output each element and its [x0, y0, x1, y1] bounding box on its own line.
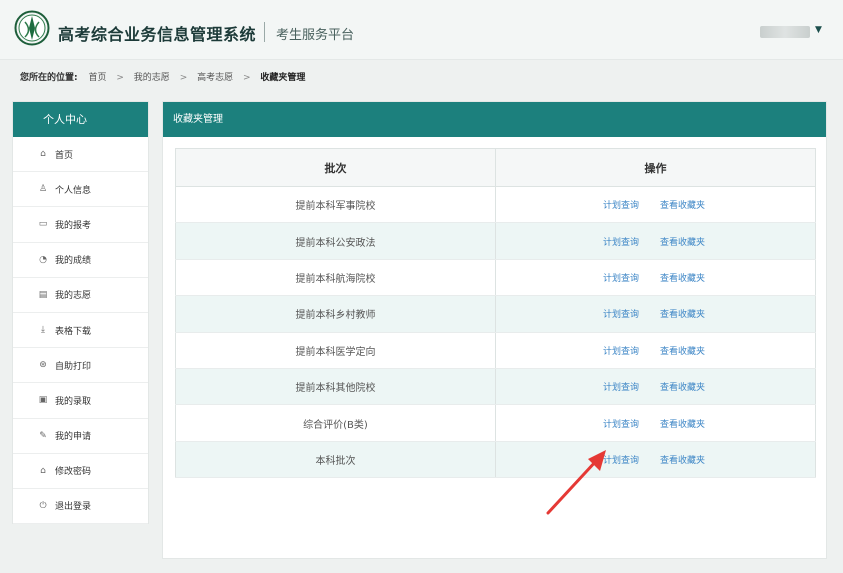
plan-query-link[interactable]: 计划查询 — [603, 344, 639, 357]
batch-cell: 提前本科其他院校 — [175, 368, 496, 406]
view-favorites-link[interactable]: 查看收藏夹 — [660, 417, 705, 430]
title-divider — [264, 22, 265, 42]
sidebar: 个人中心 ⌂ 首页 ♙ 个人信息 ▭ 我的报考 ◔ 我的成绩 ▤ 我的志愿 ⤓ 表格下载 ⊛ 自助打印 ▣ 我… — [12, 101, 149, 525]
calendar-icon: ▣ — [38, 395, 48, 406]
batch-cell: 提前本科公安政法 — [175, 222, 496, 260]
print-icon: ⊛ — [39, 360, 47, 371]
sidebar-item-label: 自助打印 — [55, 361, 92, 372]
batch-cell: 提前本科军事院校 — [175, 186, 496, 224]
view-favorites-link[interactable]: 查看收藏夹 — [660, 271, 705, 284]
table-row: 提前本科乡村教师 计划查询 查看收藏夹 — [175, 295, 816, 333]
operations-cell: 计划查询 查看收藏夹 — [495, 332, 816, 369]
logout-icon: ⏻ — [39, 500, 47, 511]
table-row: 提前本科公安政法 计划查询 查看收藏夹 — [175, 222, 816, 260]
plan-query-link[interactable]: 计划查询 — [603, 198, 639, 211]
sidebar-item-label: 我的志愿 — [55, 291, 92, 302]
operations-cell: 计划查询 查看收藏夹 — [495, 404, 816, 442]
sidebar-item[interactable]: ⤓ 表格下载 — [13, 313, 148, 349]
sidebar-item[interactable]: ♙ 个人信息 — [13, 172, 148, 208]
table-row: 提前本科其他院校 计划查询 查看收藏夹 — [175, 368, 816, 406]
sidebar-item-label: 首页 — [55, 150, 74, 161]
plan-query-link[interactable]: 计划查询 — [603, 307, 639, 320]
sidebar-item-label: 我的成绩 — [55, 256, 92, 267]
sidebar-item-label: 修改密码 — [55, 467, 92, 478]
batch-cell: 提前本科航海院校 — [175, 259, 496, 297]
table-header-row: 批次 操作 — [175, 148, 816, 187]
table-row: 提前本科航海院校 计划查询 查看收藏夹 — [175, 259, 816, 297]
operations-cell: 计划查询 查看收藏夹 — [495, 259, 816, 297]
operations-cell: 计划查询 查看收藏夹 — [495, 295, 816, 333]
plan-query-link[interactable]: 计划查询 — [603, 417, 639, 430]
table-row: 综合评价(B类) 计划查询 查看收藏夹 — [175, 404, 816, 442]
lock-icon: ⌂ — [40, 465, 46, 476]
batch-cell: 提前本科乡村教师 — [175, 295, 496, 333]
platform-subtitle: 考生服务平台 — [276, 28, 355, 43]
home-icon: ⌂ — [40, 149, 46, 160]
chart-icon: ◔ — [39, 254, 47, 265]
sidebar-item[interactable]: ⊛ 自助打印 — [13, 348, 148, 384]
breadcrumb-gaokao-volunteer[interactable]: 高考志愿 — [197, 73, 233, 83]
sidebar-item-label: 个人信息 — [55, 185, 92, 196]
table-body: 提前本科军事院校 计划查询 查看收藏夹 提前本科公安政法 计划查询 查看收藏夹 提前本科航海… — [175, 186, 816, 479]
batch-table: 批次 操作 提前本科军事院校 计划查询 查看收藏夹 提前本科公安政法 计划查询 查看收藏夹… — [175, 148, 816, 479]
operations-cell: 计划查询 查看收藏夹 — [495, 441, 816, 479]
view-favorites-link[interactable]: 查看收藏夹 — [660, 453, 705, 466]
sidebar-item[interactable]: ▣ 我的录取 — [13, 383, 148, 419]
batch-cell: 综合评价(B类) — [175, 404, 496, 442]
breadcrumb-separator: > — [179, 73, 188, 83]
breadcrumb: 您所在的位置: 首页 > 我的志愿 > 高考志愿 > 收藏夹管理 — [20, 70, 305, 83]
sidebar-item[interactable]: ◔ 我的成绩 — [13, 243, 148, 278]
column-header-batch: 批次 — [175, 148, 496, 187]
sidebar-item[interactable]: ▤ 我的志愿 — [13, 278, 148, 313]
sidebar-item[interactable]: ▭ 我的报考 — [13, 207, 148, 243]
operations-cell: 计划查询 查看收藏夹 — [495, 222, 816, 260]
user-menu-caret-icon[interactable]: ▼ — [815, 25, 822, 35]
document-icon: ▤ — [38, 289, 48, 300]
system-title: 高考综合业务信息管理系统 — [58, 25, 257, 44]
batch-cell: 提前本科医学定向 — [175, 332, 496, 369]
logo-icon — [14, 10, 50, 46]
plan-query-link[interactable]: 计划查询 — [603, 271, 639, 284]
breadcrumb-lead: 您所在的位置: — [20, 73, 78, 83]
operations-cell: 计划查询 查看收藏夹 — [495, 368, 816, 406]
edit-icon: ✎ — [39, 430, 47, 441]
breadcrumb-current: 收藏夹管理 — [260, 73, 306, 83]
sidebar-item-label: 表格下载 — [55, 326, 92, 337]
header-bar: 高考综合业务信息管理系统 考生服务平台 ▼ — [0, 0, 843, 60]
panel-title: 收藏夹管理 — [163, 102, 826, 137]
sidebar-item-label: 退出登录 — [55, 502, 92, 513]
user-icon: ♙ — [38, 184, 48, 195]
table-row: 本科批次 计划查询 查看收藏夹 — [175, 441, 816, 479]
sidebar-item[interactable]: ✎ 我的申请 — [13, 419, 148, 454]
plan-query-link[interactable]: 计划查询 — [603, 235, 639, 248]
plan-query-link[interactable]: 计划查询 — [603, 380, 639, 393]
breadcrumb-my-volunteer[interactable]: 我的志愿 — [134, 73, 170, 83]
operations-cell: 计划查询 查看收藏夹 — [495, 186, 816, 224]
sidebar-item[interactable]: ⌂ 修改密码 — [13, 454, 148, 489]
view-favorites-link[interactable]: 查看收藏夹 — [660, 344, 705, 357]
sidebar-item[interactable]: ⏻ 退出登录 — [13, 489, 148, 525]
table-row: 提前本科军事院校 计划查询 查看收藏夹 — [175, 186, 816, 224]
sidebar-item-label: 我的申请 — [55, 432, 92, 443]
column-header-operation: 操作 — [495, 148, 816, 187]
table-row: 提前本科医学定向 计划查询 查看收藏夹 — [175, 332, 816, 369]
breadcrumb-separator: > — [116, 73, 124, 83]
breadcrumb-separator: > — [243, 73, 251, 83]
id-card-icon: ▭ — [38, 219, 48, 230]
sidebar-menu: ⌂ 首页 ♙ 个人信息 ▭ 我的报考 ◔ 我的成绩 ▤ 我的志愿 ⤓ 表格下载 ⊛ 自助打印 ▣ 我的录取 ✎ 我… — [13, 137, 148, 525]
sidebar-item[interactable]: ⌂ 首页 — [13, 137, 148, 173]
user-name-blurred[interactable] — [760, 26, 810, 38]
sidebar-item-label: 我的报考 — [55, 220, 92, 231]
view-favorites-link[interactable]: 查看收藏夹 — [660, 380, 705, 393]
breadcrumb-home[interactable]: 首页 — [88, 73, 106, 83]
favorites-panel: 收藏夹管理 批次 操作 提前本科军事院校 计划查询 查看收藏夹 提前本科公安政法 计划查… — [162, 101, 827, 559]
batch-cell: 本科批次 — [175, 441, 496, 479]
view-favorites-link[interactable]: 查看收藏夹 — [660, 235, 705, 248]
sidebar-title: 个人中心 — [13, 102, 148, 137]
view-favorites-link[interactable]: 查看收藏夹 — [660, 307, 705, 320]
view-favorites-link[interactable]: 查看收藏夹 — [660, 198, 705, 211]
plan-query-link[interactable]: 计划查询 — [603, 453, 639, 466]
download-icon: ⤓ — [41, 325, 45, 336]
sidebar-item-label: 我的录取 — [55, 396, 92, 407]
